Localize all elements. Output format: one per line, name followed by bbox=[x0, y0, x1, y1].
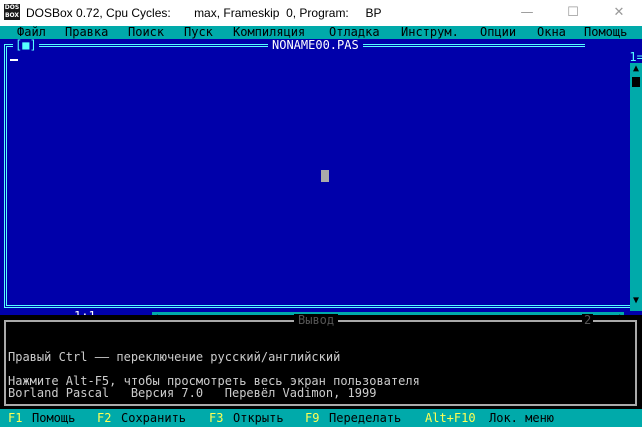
hint-key-f2[interactable]: F2 bbox=[97, 412, 111, 424]
editor-frame bbox=[4, 44, 633, 308]
mouse-cursor bbox=[321, 170, 329, 182]
output-window[interactable]: Вывод 2 Правый Ctrl —— переключение русс… bbox=[0, 313, 642, 409]
minimize-button[interactable]: — bbox=[504, 0, 550, 26]
scroll-down-arrow-icon[interactable]: ▼ bbox=[630, 295, 642, 307]
menu-run[interactable]: Пуск bbox=[184, 26, 213, 38]
editor-close-box[interactable]: [■] bbox=[13, 39, 39, 51]
menu-debug[interactable]: Отладка bbox=[329, 26, 380, 38]
hint-key-alt-f10[interactable]: Alt+F10 bbox=[425, 412, 476, 424]
window-titlebar[interactable]: DOS BOX DOSBox 0.72, Cpu Cycles: max, Fr… bbox=[0, 0, 642, 26]
vertical-scrollbar[interactable]: ▲ ▼ bbox=[630, 63, 642, 311]
hint-label-make[interactable]: Переделать bbox=[329, 412, 401, 424]
menu-help[interactable]: Помощь bbox=[584, 26, 627, 38]
hint-key-f3[interactable]: F3 bbox=[209, 412, 223, 424]
output-window-number: 2 bbox=[582, 313, 594, 327]
scroll-up-arrow-icon[interactable]: ▲ bbox=[630, 63, 642, 75]
function-key-bar: F1 Помощь F2 Сохранить F3 Открыть F9 Пер… bbox=[0, 409, 642, 427]
output-line: Borland Pascal Версия 7.0 Перевёл Vadimo… bbox=[8, 386, 377, 400]
vertical-scroll-thumb[interactable] bbox=[632, 77, 640, 87]
menu-file[interactable]: Файл bbox=[17, 26, 46, 38]
menu-search[interactable]: Поиск bbox=[128, 26, 164, 38]
editor-window[interactable]: [■] NONAME00.PAS 1=[↑] ▲ ▼ 1:1 ◄ ► bbox=[0, 39, 642, 322]
hint-label-help[interactable]: Помощь bbox=[32, 412, 75, 424]
window-title: DOSBox 0.72, Cpu Cycles: max, Frameskip … bbox=[26, 6, 382, 20]
close-button[interactable]: ✕ bbox=[596, 0, 642, 26]
output-title: Вывод bbox=[294, 314, 339, 326]
hint-label-local-menu[interactable]: Лок. меню bbox=[489, 412, 554, 424]
menu-options[interactable]: Опции bbox=[480, 26, 516, 38]
hint-key-f9[interactable]: F9 bbox=[305, 412, 319, 424]
menu-compile[interactable]: Компиляция bbox=[233, 26, 305, 38]
output-line: Правый Ctrl —— переключение русский/англ… bbox=[8, 350, 341, 364]
dosbox-app-icon[interactable]: DOS BOX bbox=[4, 4, 20, 20]
text-cursor bbox=[10, 59, 18, 61]
hint-label-save[interactable]: Сохранить bbox=[121, 412, 186, 424]
editor-title: NONAME00.PAS bbox=[268, 39, 363, 51]
window-number-label: 1= bbox=[629, 50, 642, 64]
dos-screen: Файл Правка Поиск Пуск Компиляция Отладк… bbox=[0, 26, 642, 427]
menu-tools[interactable]: Инструм. bbox=[401, 26, 459, 38]
menu-window[interactable]: Окна bbox=[537, 26, 566, 38]
hint-key-f1[interactable]: F1 bbox=[8, 412, 22, 424]
maximize-button[interactable]: ☐ bbox=[550, 0, 596, 26]
hint-label-open[interactable]: Открыть bbox=[233, 412, 284, 424]
menu-edit[interactable]: Правка bbox=[65, 26, 108, 38]
